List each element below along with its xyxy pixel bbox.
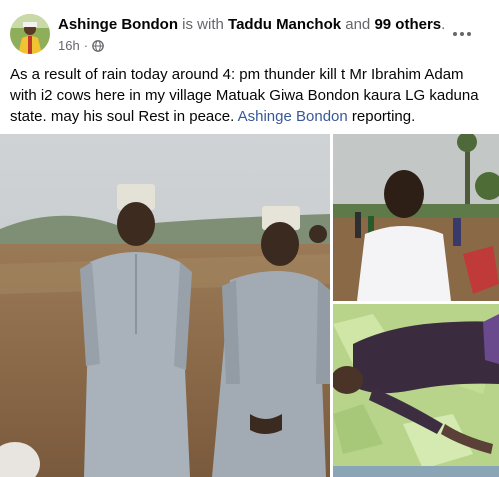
author-name-link[interactable]: Ashinge Bondon — [58, 16, 178, 33]
more-dot-icon — [460, 32, 464, 36]
photo-bottom-right[interactable] — [333, 304, 499, 477]
post-text: As a result of rain today around 4: pm t… — [10, 64, 490, 127]
photo-main[interactable] — [0, 134, 330, 477]
author-avatar[interactable] — [10, 14, 50, 54]
mention-link[interactable]: Ashinge Bondon — [238, 108, 348, 125]
photo-top-right[interactable] — [333, 134, 499, 301]
others-link[interactable]: 99 others — [374, 16, 441, 33]
and-text: and — [341, 16, 375, 33]
more-dot-icon — [467, 32, 471, 36]
post-header: Ashinge Bondon is with Taddu Manchok and… — [10, 14, 490, 58]
globe-icon — [92, 39, 104, 52]
post-body-end: reporting. — [347, 108, 416, 125]
with-text: is with — [178, 16, 229, 33]
meta-separator: · — [83, 38, 89, 53]
more-options-button[interactable] — [444, 20, 480, 48]
post-meta: 16h · — [58, 38, 104, 53]
post-time[interactable]: 16h — [58, 38, 80, 53]
post-author-line: Ashinge Bondon is with Taddu Manchok and… — [58, 16, 445, 33]
photo-grid — [0, 134, 499, 477]
more-dot-icon — [453, 32, 457, 36]
feed-post: Ashinge Bondon is with Taddu Manchok and… — [0, 0, 499, 477]
tagged-user-link[interactable]: Taddu Manchok — [228, 16, 341, 33]
